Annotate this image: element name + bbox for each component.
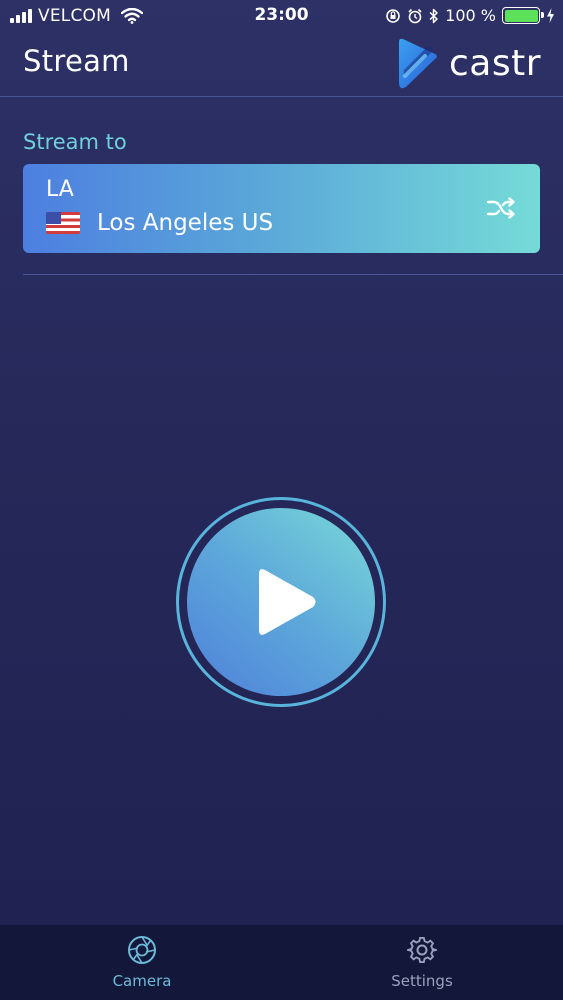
page-title: Stream [23,44,130,78]
logo-text: castr [448,42,541,84]
castr-logo-icon [398,38,437,89]
server-location-text: Los Angeles US [97,210,274,236]
start-stream-button[interactable] [187,508,375,696]
us-flag-icon [46,212,80,234]
section-divider [23,274,563,275]
server-location: Los Angeles US [46,210,273,236]
tab-settings-label: Settings [391,972,453,990]
tab-camera-label: Camera [112,972,172,990]
play-icon [259,569,316,635]
alarm-icon [408,8,422,23]
gear-icon [404,936,440,963]
orientation-lock-icon [386,8,400,23]
status-right: 100 % [385,6,555,25]
castr-logo: castr [395,36,541,90]
battery-icon [502,7,544,24]
tab-settings[interactable]: Settings [362,935,482,990]
bluetooth-icon [429,8,438,23]
server-name: LA [46,177,74,202]
tab-camera[interactable]: Camera [82,935,202,990]
header: Stream castr [0,32,563,97]
stream-destination-card[interactable]: LA Los Angeles US [23,164,540,253]
battery-percent: 100 % [445,6,496,25]
charging-icon [547,8,554,23]
tab-bar: Camera Settings [0,925,563,1000]
shuffle-icon[interactable] [486,197,516,219]
status-bar: VELCOM 23:00 100 % [0,0,563,32]
stream-to-label: Stream to [23,130,127,154]
camera-aperture-icon [128,936,156,964]
